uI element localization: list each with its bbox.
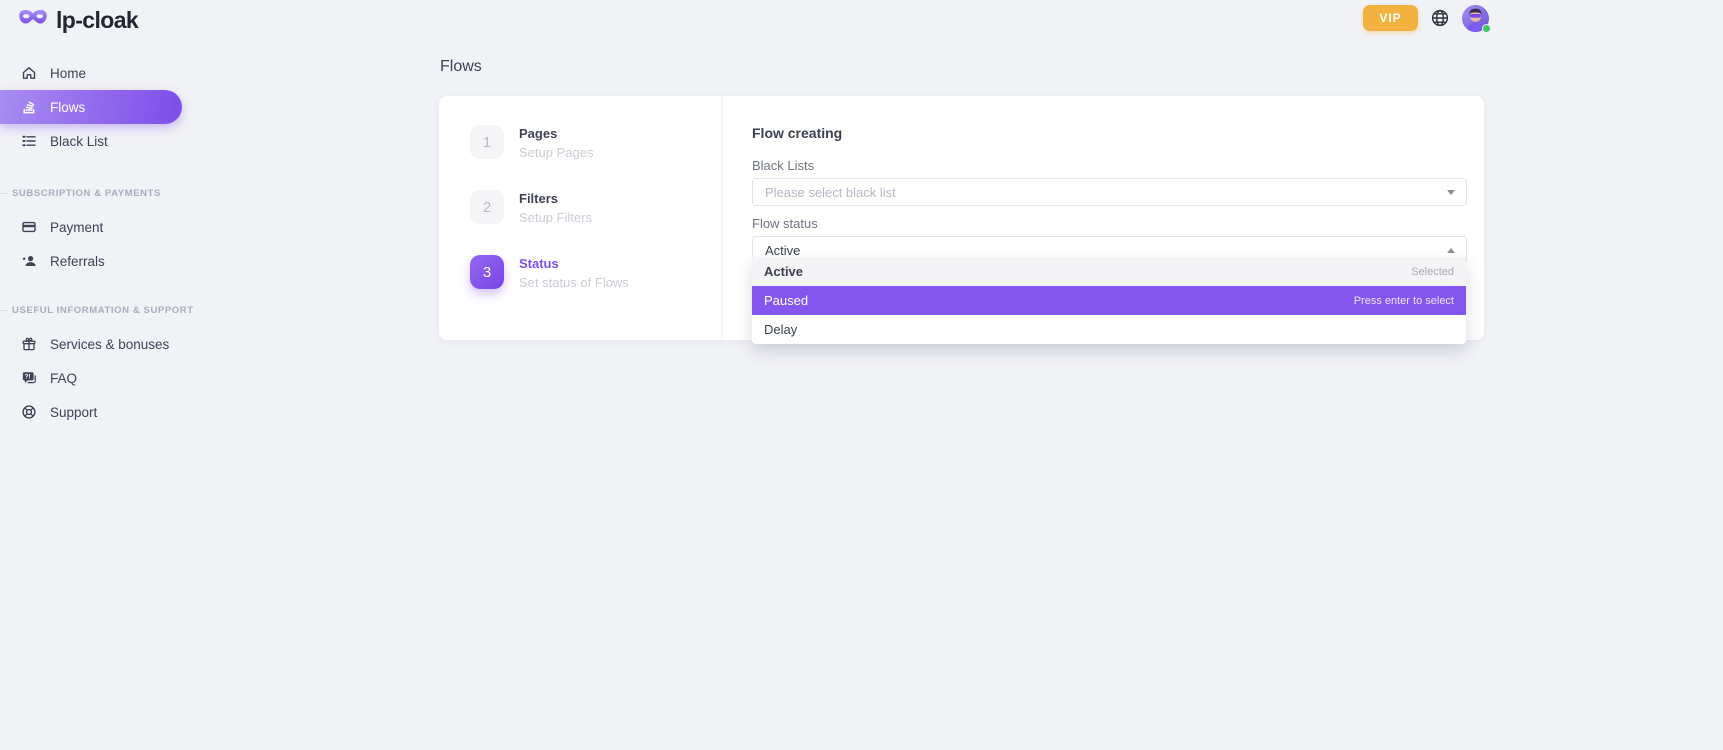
black-list-icon <box>20 133 37 150</box>
sidebar: Home Flows Black List SUBSCRIPTION & PAY… <box>0 56 182 429</box>
sidebar-item-flows[interactable]: Flows <box>0 90 182 124</box>
flow-status-value: Active <box>765 243 800 258</box>
option-label: Paused <box>764 293 808 308</box>
step-texts: Status Set status of Flows <box>519 255 629 290</box>
payment-icon <box>20 219 37 236</box>
svg-text:?!: ?! <box>24 374 30 381</box>
option-label: Delay <box>764 322 797 337</box>
sidebar-item-payment[interactable]: Payment <box>0 210 182 244</box>
page-title: Flows <box>440 58 482 76</box>
sidebar-item-black-list[interactable]: Black List <box>0 124 182 158</box>
user-avatar[interactable] <box>1462 5 1489 32</box>
black-lists-placeholder: Please select black list <box>765 185 896 200</box>
sidebar-item-label: Payment <box>50 220 103 235</box>
sidebar-item-services-bonuses[interactable]: Services & bonuses <box>0 327 182 361</box>
faq-icon: ?! <box>20 370 37 387</box>
sidebar-item-label: Black List <box>50 134 108 149</box>
sidebar-item-label: Home <box>50 66 86 81</box>
wizard-step-filters[interactable]: 2 Filters Setup Filters <box>470 190 592 225</box>
app-name: lp-cloak <box>56 7 138 34</box>
wizard-step-status[interactable]: 3 Status Set status of Flows <box>470 255 629 290</box>
step-number-badge: 1 <box>470 125 504 159</box>
step-subtitle: Setup Pages <box>519 145 593 160</box>
topbar-right: VIP <box>1363 3 1489 33</box>
mask-logo-icon <box>18 8 48 33</box>
support-icon <box>20 404 37 421</box>
option-label: Active <box>764 264 803 279</box>
step-number-badge: 2 <box>470 190 504 224</box>
sidebar-item-home[interactable]: Home <box>0 56 182 90</box>
option-selected-badge: Selected <box>1411 266 1454 278</box>
step-title: Filters <box>519 191 592 206</box>
dropdown-option-paused[interactable]: Paused Press enter to select <box>752 286 1466 315</box>
black-lists-select[interactable]: Please select black list <box>752 178 1467 206</box>
sidebar-item-support[interactable]: Support <box>0 395 182 429</box>
step-subtitle: Set status of Flows <box>519 275 629 290</box>
home-icon <box>20 65 37 82</box>
sidebar-section-subscription: SUBSCRIPTION & PAYMENTS <box>0 186 182 200</box>
sidebar-item-label: FAQ <box>50 371 77 386</box>
wizard-step-pages[interactable]: 1 Pages Setup Pages <box>470 125 593 160</box>
sidebar-item-referrals[interactable]: Referrals <box>0 244 182 278</box>
step-subtitle: Setup Filters <box>519 210 592 225</box>
flows-icon <box>20 99 37 116</box>
flow-status-dropdown: Active Selected Paused Press enter to se… <box>752 257 1466 344</box>
section-label: USEFUL INFORMATION & SUPPORT <box>12 305 194 316</box>
sidebar-item-label: Referrals <box>50 254 105 269</box>
black-lists-label: Black Lists <box>752 158 1467 173</box>
wizard-steps-panel: 1 Pages Setup Pages 2 Filters Setup Filt… <box>439 96 722 340</box>
sidebar-item-label: Support <box>50 405 97 420</box>
dropdown-option-active[interactable]: Active Selected <box>752 257 1466 286</box>
vip-button[interactable]: VIP <box>1363 5 1418 31</box>
option-hint-badge: Press enter to select <box>1354 295 1454 307</box>
sidebar-item-label: Flows <box>50 100 85 115</box>
form-title: Flow creating <box>752 125 1467 141</box>
flow-wizard-card: 1 Pages Setup Pages 2 Filters Setup Filt… <box>439 96 1484 340</box>
step-title: Status <box>519 256 629 271</box>
globe-icon[interactable] <box>1430 8 1450 28</box>
flow-creating-form: Flow creating Black Lists Please select … <box>722 96 1484 340</box>
app-logo[interactable]: lp-cloak <box>18 7 138 34</box>
chevron-up-icon <box>1447 248 1455 253</box>
step-number-badge: 3 <box>470 255 504 289</box>
referrals-icon <box>20 253 37 270</box>
step-title: Pages <box>519 126 593 141</box>
gift-icon <box>20 336 37 353</box>
step-texts: Filters Setup Filters <box>519 190 592 225</box>
sidebar-item-label: Services & bonuses <box>50 337 169 352</box>
dropdown-option-delay[interactable]: Delay <box>752 315 1466 344</box>
online-status-dot <box>1482 24 1491 33</box>
sidebar-item-faq[interactable]: ?! FAQ <box>0 361 182 395</box>
flow-status-label: Flow status <box>752 216 1467 231</box>
sidebar-section-support: USEFUL INFORMATION & SUPPORT <box>0 303 182 317</box>
section-label: SUBSCRIPTION & PAYMENTS <box>12 188 161 199</box>
chevron-down-icon <box>1447 190 1455 195</box>
step-texts: Pages Setup Pages <box>519 125 593 160</box>
